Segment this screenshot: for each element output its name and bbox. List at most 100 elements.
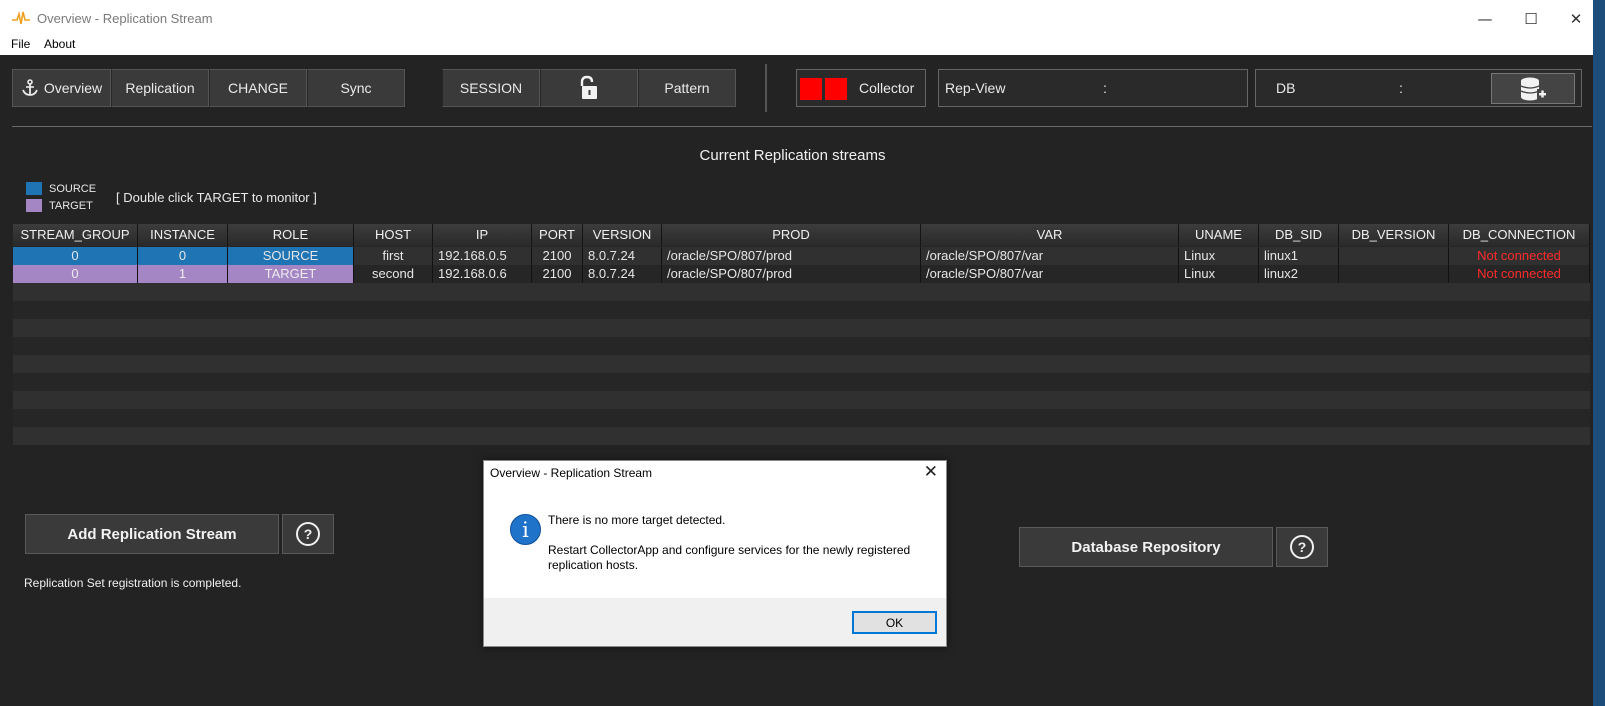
app-pulse-icon <box>12 10 30 25</box>
table-row-empty <box>13 319 1590 337</box>
unlock-icon <box>580 75 597 99</box>
cell-prod[interactable]: /oracle/SPO/807/prod <box>662 265 921 283</box>
database-repository-label: Database Repository <box>1071 538 1221 556</box>
cell-ip[interactable]: 192.168.0.6 <box>433 265 532 283</box>
collector-indicator-2 <box>825 78 847 100</box>
cell-uname[interactable]: Linux <box>1179 265 1259 283</box>
table-row-target[interactable]: 0 1 TARGET second 192.168.0.6 2100 8.0.7… <box>13 265 1590 283</box>
legend-target-label: TARGET <box>49 200 93 212</box>
cell-role[interactable]: SOURCE <box>228 247 354 265</box>
help-icon: ? <box>296 522 320 546</box>
cell-db-sid[interactable]: linux2 <box>1259 265 1339 283</box>
table-row-source[interactable]: 0 0 SOURCE first 192.168.0.5 2100 8.0.7.… <box>13 247 1590 265</box>
cell-prod[interactable]: /oracle/SPO/807/prod <box>662 247 921 265</box>
repview-label: Rep-View <box>945 80 1006 96</box>
table-header: STREAM_GROUP INSTANCE ROLE HOST IP PORT … <box>13 224 1590 246</box>
anchor-icon <box>21 79 38 96</box>
add-stream-help-button[interactable]: ? <box>282 514 334 554</box>
monitor-hint: [ Double click TARGET to monitor ] <box>116 190 317 205</box>
cell-uname[interactable]: Linux <box>1179 247 1259 265</box>
col-var[interactable]: VAR <box>921 224 1179 246</box>
db-label: DB <box>1276 80 1296 96</box>
sync-button[interactable]: Sync <box>307 69 405 107</box>
collector-status[interactable]: Collector <box>796 69 926 107</box>
cell-var[interactable]: /oracle/SPO/807/var <box>921 247 1179 265</box>
add-replication-stream-button[interactable]: Add Replication Stream <box>25 514 279 554</box>
change-button[interactable]: CHANGE <box>209 69 307 107</box>
col-host[interactable]: HOST <box>354 224 433 246</box>
pattern-button[interactable]: Pattern <box>638 69 736 107</box>
replication-button[interactable]: Replication <box>111 69 209 107</box>
col-port[interactable]: PORT <box>532 224 583 246</box>
pattern-label: Pattern <box>664 80 710 96</box>
cell-host[interactable]: first <box>354 247 433 265</box>
title-bar[interactable]: Overview - Replication Stream — ☐ ✕ <box>0 0 1605 36</box>
dialog-message-secondary: Restart CollectorApp and configure servi… <box>548 543 911 572</box>
overview-label: Overview <box>43 80 103 96</box>
replication-table[interactable]: STREAM_GROUP INSTANCE ROLE HOST IP PORT … <box>13 224 1590 445</box>
database-add-button[interactable] <box>1491 73 1575 104</box>
cell-db-version[interactable] <box>1339 265 1449 283</box>
col-uname[interactable]: UNAME <box>1179 224 1259 246</box>
cell-version[interactable]: 8.0.7.24 <box>583 247 662 265</box>
close-icon[interactable]: ✕ <box>924 462 938 482</box>
message-dialog: Overview - Replication Stream ✕ i There … <box>483 460 947 647</box>
legend-target-swatch <box>26 199 42 212</box>
cell-stream-group[interactable]: 0 <box>13 265 138 283</box>
session-button[interactable]: SESSION <box>442 69 540 107</box>
ok-button[interactable]: OK <box>852 611 937 634</box>
status-message: Replication Set registration is complete… <box>24 576 242 590</box>
db-value: : <box>1399 80 1403 96</box>
table-row-empty <box>13 373 1590 391</box>
table-row-empty <box>13 427 1590 445</box>
table-row-empty <box>13 283 1590 301</box>
cell-ip[interactable]: 192.168.0.5 <box>433 247 532 265</box>
maximize-icon[interactable]: ☐ <box>1508 6 1554 32</box>
unlock-button[interactable] <box>540 69 638 107</box>
ok-label: OK <box>885 615 904 630</box>
cell-db-connection[interactable]: Not connected <box>1449 265 1590 283</box>
menu-file[interactable]: File <box>11 37 30 51</box>
col-db-connection[interactable]: DB_CONNECTION <box>1449 224 1590 246</box>
cell-db-version[interactable] <box>1339 247 1449 265</box>
legend-source-label: SOURCE <box>49 183 97 195</box>
table-row-empty <box>13 301 1590 319</box>
section-title: Current Replication streams <box>699 147 886 164</box>
info-icon: i <box>510 514 541 545</box>
collector-label: Collector <box>859 80 915 96</box>
cell-host[interactable]: second <box>354 265 433 283</box>
cell-port[interactable]: 2100 <box>532 265 583 283</box>
database-add-icon <box>1520 77 1547 100</box>
main-window: Overview - Replication Stream — ☐ ✕ File… <box>0 0 1605 706</box>
repview-value: : <box>1103 80 1107 96</box>
cell-instance[interactable]: 1 <box>138 265 228 283</box>
col-version[interactable]: VERSION <box>583 224 662 246</box>
cell-db-connection[interactable]: Not connected <box>1449 247 1590 265</box>
window-title: Overview - Replication Stream <box>37 11 213 26</box>
help-label: ? <box>303 526 313 542</box>
col-db-version[interactable]: DB_VERSION <box>1339 224 1449 246</box>
add-replication-stream-label: Add Replication Stream <box>67 525 237 543</box>
desktop-background <box>1593 0 1605 706</box>
col-db-sid[interactable]: DB_SID <box>1259 224 1339 246</box>
col-stream-group[interactable]: STREAM_GROUP <box>13 224 138 246</box>
cell-instance[interactable]: 0 <box>138 247 228 265</box>
col-ip[interactable]: IP <box>433 224 532 246</box>
col-role[interactable]: ROLE <box>228 224 354 246</box>
database-repository-button[interactable]: Database Repository <box>1019 527 1273 567</box>
cell-version[interactable]: 8.0.7.24 <box>583 265 662 283</box>
col-prod[interactable]: PROD <box>662 224 921 246</box>
table-row-empty <box>13 409 1590 427</box>
cell-db-sid[interactable]: linux1 <box>1259 247 1339 265</box>
menu-about[interactable]: About <box>44 37 75 51</box>
cell-port[interactable]: 2100 <box>532 247 583 265</box>
db-repo-help-button[interactable]: ? <box>1276 527 1328 567</box>
minimize-icon[interactable]: — <box>1462 6 1508 32</box>
overview-button[interactable]: Overview <box>12 69 111 107</box>
help-icon: ? <box>1290 535 1314 559</box>
dialog-title: Overview - Replication Stream <box>490 466 653 480</box>
cell-stream-group[interactable]: 0 <box>13 247 138 265</box>
cell-role[interactable]: TARGET <box>228 265 354 283</box>
cell-var[interactable]: /oracle/SPO/807/var <box>921 265 1179 283</box>
col-instance[interactable]: INSTANCE <box>138 224 228 246</box>
